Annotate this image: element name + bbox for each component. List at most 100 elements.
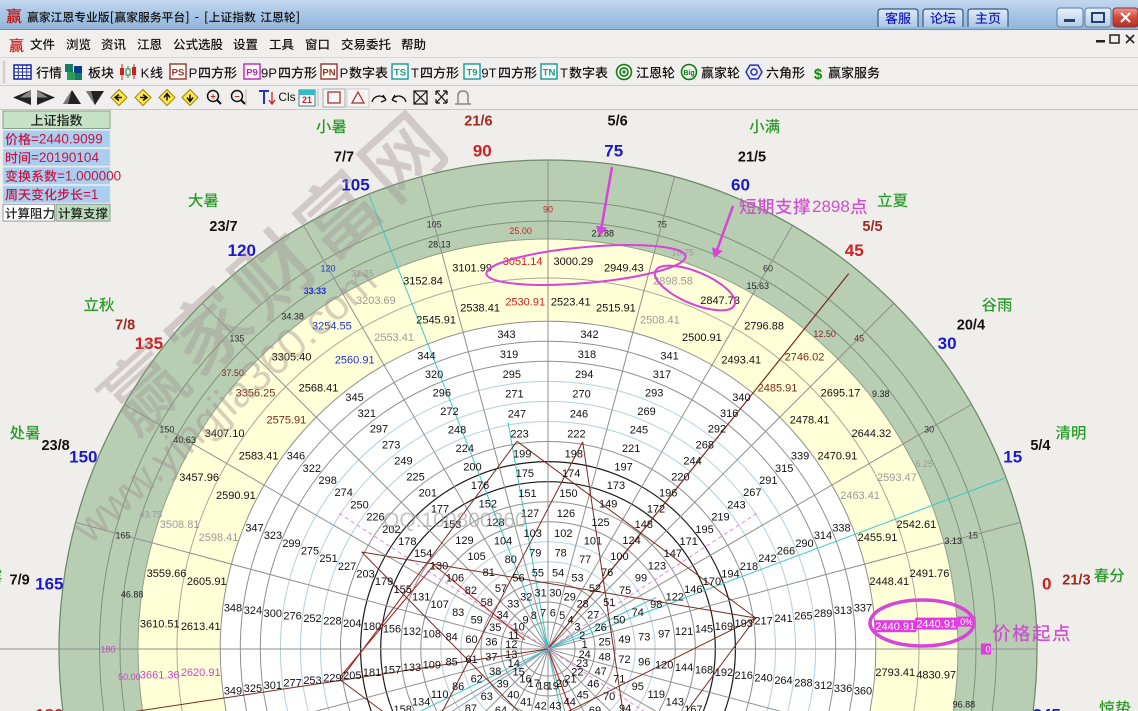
svg-text:2590.91: 2590.91 — [216, 490, 256, 502]
svg-text:145: 145 — [695, 624, 713, 636]
svg-text:217: 217 — [754, 616, 772, 628]
svg-text:196: 196 — [659, 487, 677, 499]
svg-text:P9: P9 — [246, 68, 258, 79]
svg-text:6.25: 6.25 — [915, 459, 933, 469]
svg-text:107: 107 — [431, 599, 449, 611]
svg-text:2491.76: 2491.76 — [910, 568, 950, 580]
svg-text:87: 87 — [465, 703, 477, 711]
svg-text:147: 147 — [664, 548, 682, 560]
svg-text:295: 295 — [503, 369, 521, 381]
svg-text:T: T — [411, 66, 419, 81]
svg-text:223: 223 — [510, 428, 528, 440]
svg-text:42: 42 — [534, 701, 546, 711]
svg-text:2583.41: 2583.41 — [239, 451, 279, 463]
svg-text:316: 316 — [720, 408, 738, 420]
svg-text:4830.97: 4830.97 — [916, 669, 956, 681]
svg-text:9T: 9T — [481, 66, 496, 81]
svg-text:2695.17: 2695.17 — [821, 388, 861, 400]
svg-text:179: 179 — [375, 576, 393, 588]
svg-text:246: 246 — [570, 409, 588, 421]
svg-text:100: 100 — [610, 551, 628, 563]
svg-text:=1.000000: =1.000000 — [57, 169, 121, 184]
svg-text:200: 200 — [463, 462, 481, 474]
svg-text:PS: PS — [172, 68, 185, 79]
svg-text:293: 293 — [645, 388, 663, 400]
svg-text:96.88: 96.88 — [953, 699, 976, 709]
svg-text:248: 248 — [448, 425, 466, 437]
svg-text:0: 0 — [985, 645, 990, 655]
svg-text:27: 27 — [587, 609, 599, 621]
svg-text:2530.91: 2530.91 — [505, 297, 545, 309]
svg-text:178: 178 — [398, 536, 416, 548]
svg-text:4: 4 — [567, 615, 573, 627]
svg-text:2463.41: 2463.41 — [840, 490, 880, 502]
svg-text:3457.96: 3457.96 — [179, 472, 219, 484]
svg-text:37: 37 — [485, 651, 497, 663]
svg-text:169: 169 — [715, 621, 733, 633]
svg-text:=20190104: =20190104 — [31, 150, 99, 165]
svg-text:56: 56 — [512, 573, 524, 585]
svg-text:146: 146 — [684, 584, 702, 596]
svg-text:2515.91: 2515.91 — [596, 303, 636, 315]
svg-text:2553.41: 2553.41 — [374, 332, 414, 344]
svg-text:50: 50 — [613, 615, 625, 627]
svg-text:2545.91: 2545.91 — [416, 315, 456, 327]
svg-text:T: T — [560, 66, 568, 81]
svg-text:133: 133 — [403, 662, 421, 674]
svg-text:106: 106 — [446, 573, 464, 585]
svg-text:44: 44 — [564, 697, 576, 709]
svg-text:95: 95 — [632, 681, 644, 693]
svg-text:125: 125 — [591, 517, 609, 529]
svg-text:203: 203 — [356, 568, 374, 580]
svg-text:104: 104 — [494, 536, 512, 548]
svg-text:271: 271 — [505, 389, 523, 401]
svg-text:252: 252 — [303, 613, 321, 625]
svg-text:317: 317 — [653, 369, 671, 381]
svg-text:3: 3 — [574, 622, 580, 634]
svg-text:247: 247 — [508, 409, 526, 421]
svg-text:244: 244 — [683, 456, 701, 468]
svg-text:+: + — [210, 92, 215, 102]
svg-text:97: 97 — [658, 629, 670, 641]
svg-text:45: 45 — [845, 241, 864, 260]
svg-text:85: 85 — [446, 657, 458, 669]
svg-text:[: [ — [110, 10, 114, 24]
svg-text:80: 80 — [505, 554, 517, 566]
svg-text:272: 272 — [440, 406, 458, 418]
svg-text:2620.91: 2620.91 — [181, 667, 221, 679]
svg-text:301: 301 — [264, 680, 282, 692]
svg-text:150: 150 — [559, 488, 577, 500]
svg-text:81: 81 — [483, 567, 495, 579]
svg-text:219: 219 — [711, 512, 729, 524]
svg-text:204: 204 — [343, 618, 361, 630]
svg-text:150: 150 — [69, 448, 97, 467]
svg-text:90: 90 — [543, 205, 553, 215]
svg-text:]: ] — [296, 10, 299, 24]
svg-text:3661.36: 3661.36 — [140, 669, 180, 681]
svg-text:251: 251 — [319, 553, 337, 565]
svg-text:98: 98 — [650, 599, 662, 611]
svg-text:180: 180 — [100, 645, 115, 655]
svg-text:32: 32 — [520, 591, 532, 603]
svg-text:75: 75 — [657, 220, 667, 230]
svg-text:2793.41: 2793.41 — [875, 667, 915, 679]
svg-text:=2440.9099: =2440.9099 — [31, 132, 103, 147]
svg-text:277: 277 — [283, 678, 301, 690]
svg-text:2575.91: 2575.91 — [267, 415, 307, 427]
svg-text:77: 77 — [579, 554, 591, 566]
svg-text:199: 199 — [513, 448, 531, 460]
svg-text:170: 170 — [703, 576, 721, 588]
svg-text:180: 180 — [35, 706, 63, 711]
svg-text:38: 38 — [489, 666, 501, 678]
svg-text:3559.66: 3559.66 — [147, 568, 187, 580]
svg-text:249: 249 — [394, 456, 412, 468]
svg-text:46.88: 46.88 — [121, 590, 144, 600]
svg-text:T9: T9 — [466, 68, 477, 79]
svg-text:90: 90 — [473, 141, 492, 160]
svg-text:132: 132 — [403, 626, 421, 638]
svg-text:197: 197 — [614, 462, 632, 474]
svg-text:289: 289 — [814, 608, 832, 620]
svg-text:105: 105 — [467, 551, 485, 563]
svg-text:53: 53 — [571, 573, 583, 585]
svg-text:151: 151 — [518, 488, 536, 500]
